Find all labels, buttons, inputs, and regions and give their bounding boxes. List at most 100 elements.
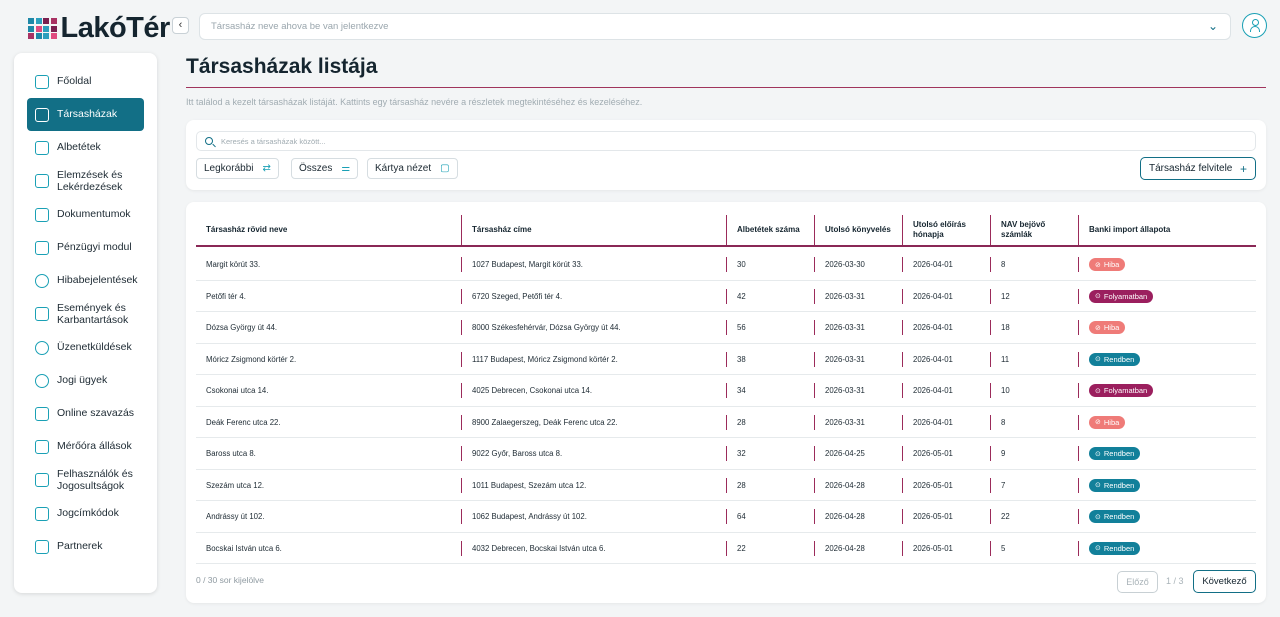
cell-text: 2026-03-31 <box>825 417 865 427</box>
status-cell: ⊙ Rendben <box>1078 501 1256 532</box>
cell-last-booking: 2026-03-30 <box>814 249 902 280</box>
add-building-button[interactable]: Társasház felvitele + <box>1140 157 1256 180</box>
sidebar-item-code[interactable]: Jogcímkódok <box>27 497 144 530</box>
cell-address: 8900 Zalaegerszeg, Deák Ferenc utca 22. <box>461 407 726 438</box>
cell-text: 7 <box>1001 480 1006 490</box>
cell-text: Csokonai utca 14. <box>206 386 269 395</box>
sidebar-item-label: Partnerek <box>57 540 103 553</box>
cell-text: 22 <box>737 543 746 553</box>
status-icon: ⊙ <box>1095 545 1101 552</box>
sidebar-item-label: Albetétek <box>57 141 101 154</box>
table-row[interactable]: Móricz Zsigmond körtér 2. 1117 Budapest, … <box>196 344 1256 375</box>
sidebar-item-layers[interactable]: Elemzések és Lekérdezések <box>27 164 144 198</box>
page-subtitle: Itt találod a kezelt társasházak listájá… <box>186 97 643 107</box>
building-name-link[interactable]: Bocskai István utca 6. <box>196 533 461 564</box>
card-view-button[interactable]: Kártya nézet ▢ <box>367 158 458 179</box>
column-header-status[interactable]: Banki import állapota <box>1078 215 1256 245</box>
collapse-sidebar-button[interactable]: ‹ <box>172 17 189 34</box>
building-name-link[interactable]: Margit körút 33. <box>196 249 461 280</box>
cell-units: 32 <box>726 438 814 469</box>
cell-text: 28 <box>737 480 746 490</box>
cell-text: 2026-03-31 <box>825 323 865 332</box>
sidebar-item-label: Online szavazás <box>57 407 135 420</box>
table-row[interactable]: Bocskai István utca 6. 4032 Debrecen, Boc… <box>196 533 1256 564</box>
sidebar-item-gears[interactable]: Hibabejelentések <box>27 264 144 297</box>
status-badge: ⊙ Folyamatban <box>1089 289 1154 303</box>
column-header-last-booking[interactable]: Utolsó könyvelés <box>814 215 902 245</box>
column-header-name[interactable]: Társasház rövid neve <box>196 215 461 245</box>
cell-units: 38 <box>726 344 814 375</box>
cell-address: 6720 Szeged, Petőfi tér 4. <box>461 281 726 312</box>
cell-units: 34 <box>726 375 814 406</box>
status-badge: ⊘ Hiba <box>1089 321 1126 334</box>
table-row[interactable]: Petőfi tér 4. 6720 Szeged, Petőfi tér 4. 4… <box>196 281 1256 312</box>
sidebar-item-label: Dokumentumok <box>57 208 131 221</box>
sidebar-item-handshake[interactable]: Partnerek <box>27 530 144 563</box>
user-avatar-button[interactable] <box>1242 13 1267 38</box>
table-row[interactable]: Csokonai utca 14. 4025 Debrecen, Csokonai… <box>196 375 1256 407</box>
building-name-link[interactable]: Szezám utca 12. <box>196 470 461 501</box>
table-row[interactable]: Dózsa György út 44. 8000 Székesfehérvár, … <box>196 312 1256 344</box>
sidebar-item-document[interactable]: Dokumentumok <box>27 198 144 231</box>
table-header: Társasház rövid neve Társasház címe Albeté… <box>196 215 1256 247</box>
cell-nav: 11 <box>990 344 1078 375</box>
logo-square <box>28 18 34 24</box>
search-input[interactable]: Keresés a társasházak között... <box>196 131 1256 151</box>
sidebar-item-meter[interactable]: Mérőóra állások <box>27 430 144 463</box>
column-header-nav[interactable]: NAV bejövő számlák <box>990 215 1078 245</box>
column-header-last-month[interactable]: Utolsó előírás hónapja <box>902 215 990 245</box>
table-row[interactable]: Margit körút 33. 1027 Budapest, Margit kö… <box>196 249 1256 281</box>
building-name-link[interactable]: Andrássy út 102. <box>196 501 461 532</box>
logo-square <box>28 25 34 32</box>
building-name-link[interactable]: Petőfi tér 4. <box>196 281 461 312</box>
sidebar-item-apartment[interactable]: Albetétek <box>27 131 144 164</box>
status-icon: ⊙ <box>1095 513 1101 521</box>
cell-last-month: 2026-04-01 <box>902 312 990 343</box>
building-name-link[interactable]: Baross utca 8. <box>196 438 461 469</box>
cell-units: 64 <box>726 501 814 532</box>
sidebar-item-legal[interactable]: Jogi ügyek <box>27 364 144 397</box>
sidebar-item-home[interactable]: Főoldal <box>27 65 144 98</box>
status-cell: ⊙ Folyamatban <box>1078 375 1256 406</box>
building-name-link[interactable]: Deák Ferenc utca 22. <box>196 407 461 438</box>
building-name-link[interactable]: Dózsa György út 44. <box>196 312 461 343</box>
cell-text: 32 <box>737 449 746 458</box>
building-selector[interactable]: Társasház neve ahova be van jelentkezve … <box>199 13 1231 40</box>
next-page-button[interactable]: Következő <box>1193 570 1256 593</box>
column-header-address[interactable]: Társasház címe <box>461 215 726 245</box>
cell-address: 8000 Székesfehérvár, Dózsa György út 44. <box>461 312 726 343</box>
sidebar-item-chat[interactable]: Üzenetküldések <box>27 331 144 364</box>
chat-icon <box>35 340 49 355</box>
table-row[interactable]: Andrássy út 102. 1062 Budapest, Andrássy … <box>196 501 1256 533</box>
sidebar-item-label: Mérőóra állások <box>57 440 132 453</box>
cell-nav: 12 <box>990 281 1078 312</box>
status-label: Rendben <box>1103 354 1135 364</box>
building-name-link[interactable]: Móricz Zsigmond körtér 2. <box>196 344 461 375</box>
sort-button[interactable]: Legkorábbi ⇄ <box>196 158 279 179</box>
cell-text: Baross utca 8. <box>206 449 256 458</box>
table-row[interactable]: Deák Ferenc utca 22. 8900 Zalaegerszeg, D… <box>196 407 1256 438</box>
cell-text: 5 <box>1001 543 1006 553</box>
column-header-units[interactable]: Albetétek száma <box>726 215 814 245</box>
sidebar-item-label: Felhasználók és Jogosultságok <box>57 467 133 493</box>
cell-last-month: 2026-04-01 <box>902 344 990 375</box>
sidebar-item-vote[interactable]: Online szavazás <box>27 397 144 430</box>
sidebar-item-buildings[interactable]: Társasházak <box>27 98 144 131</box>
cell-text: 10 <box>1001 386 1010 395</box>
cell-nav: 10 <box>990 375 1078 406</box>
cell-text: 2026-04-01 <box>913 386 953 395</box>
cell-text: 2026-04-01 <box>913 260 953 269</box>
cell-last-booking: 2026-04-28 <box>814 533 902 564</box>
cell-text: 9 <box>1001 449 1006 458</box>
building-name-link[interactable]: Csokonai utca 14. <box>196 375 461 406</box>
table-row[interactable]: Szezám utca 12. 1011 Budapest, Szezám utc… <box>196 470 1256 501</box>
prev-page-button[interactable]: Előző <box>1117 571 1158 593</box>
sidebar-item-finance[interactable]: Pénzügyi modul <box>27 231 144 264</box>
sidebar-item-calendar[interactable]: Események és Karbantartások <box>27 297 144 331</box>
table-row[interactable]: Baross utca 8. 9022 Győr, Baross utca 8. 3… <box>196 438 1256 470</box>
cell-text: Szezám utca 12. <box>206 480 265 490</box>
filter-button[interactable]: Összes ⚌ <box>291 158 359 179</box>
sidebar-item-users[interactable]: Felhasználók és Jogosultságok <box>27 463 144 497</box>
finance-icon <box>35 240 49 255</box>
status-cell: ⊙ Folyamatban <box>1078 281 1256 312</box>
